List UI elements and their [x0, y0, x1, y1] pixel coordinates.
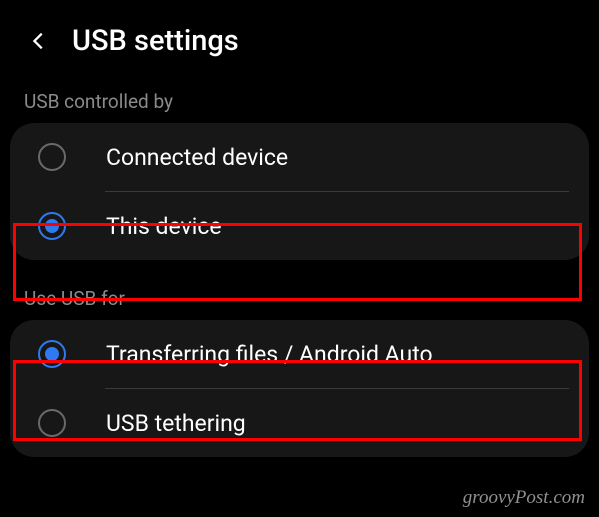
option-transferring-files[interactable]: Transferring files / Android Auto [10, 320, 589, 388]
section-label-use-for: Use USB for [0, 275, 599, 320]
radio-selected-icon [38, 340, 66, 368]
watermark: groovyPost.com [463, 487, 585, 509]
option-connected-device[interactable]: Connected device [10, 123, 589, 191]
section-label-controlled-by: USB controlled by [0, 78, 599, 123]
page-title: USB settings [72, 24, 239, 58]
option-label: Connected device [106, 144, 288, 171]
option-label: Transferring files / Android Auto [106, 341, 433, 368]
use-for-card: Transferring files / Android Auto USB te… [10, 320, 589, 457]
option-label: This device [106, 213, 222, 240]
option-this-device[interactable]: This device [10, 192, 589, 260]
radio-unselected-icon [38, 409, 66, 437]
back-icon[interactable] [28, 30, 50, 52]
controlled-by-card: Connected device This device [10, 123, 589, 260]
header: USB settings [0, 0, 599, 78]
radio-unselected-icon [38, 143, 66, 171]
option-usb-tethering[interactable]: USB tethering [10, 389, 589, 457]
option-label: USB tethering [106, 410, 246, 437]
radio-selected-icon [38, 212, 66, 240]
